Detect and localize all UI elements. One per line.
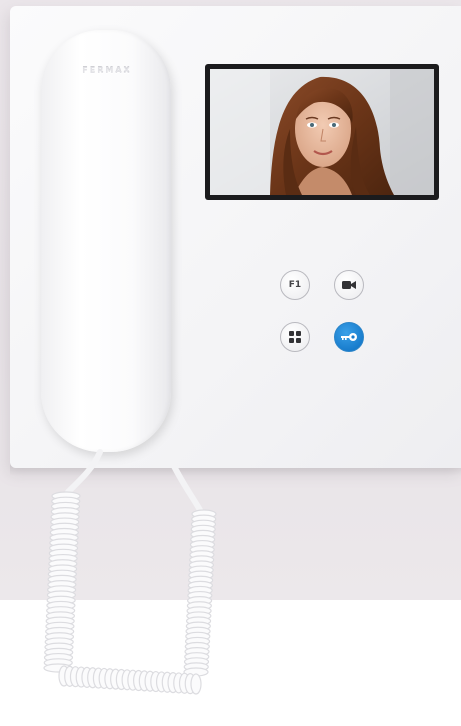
cord-coil bbox=[190, 673, 202, 695]
coiled-cord bbox=[43, 449, 217, 695]
